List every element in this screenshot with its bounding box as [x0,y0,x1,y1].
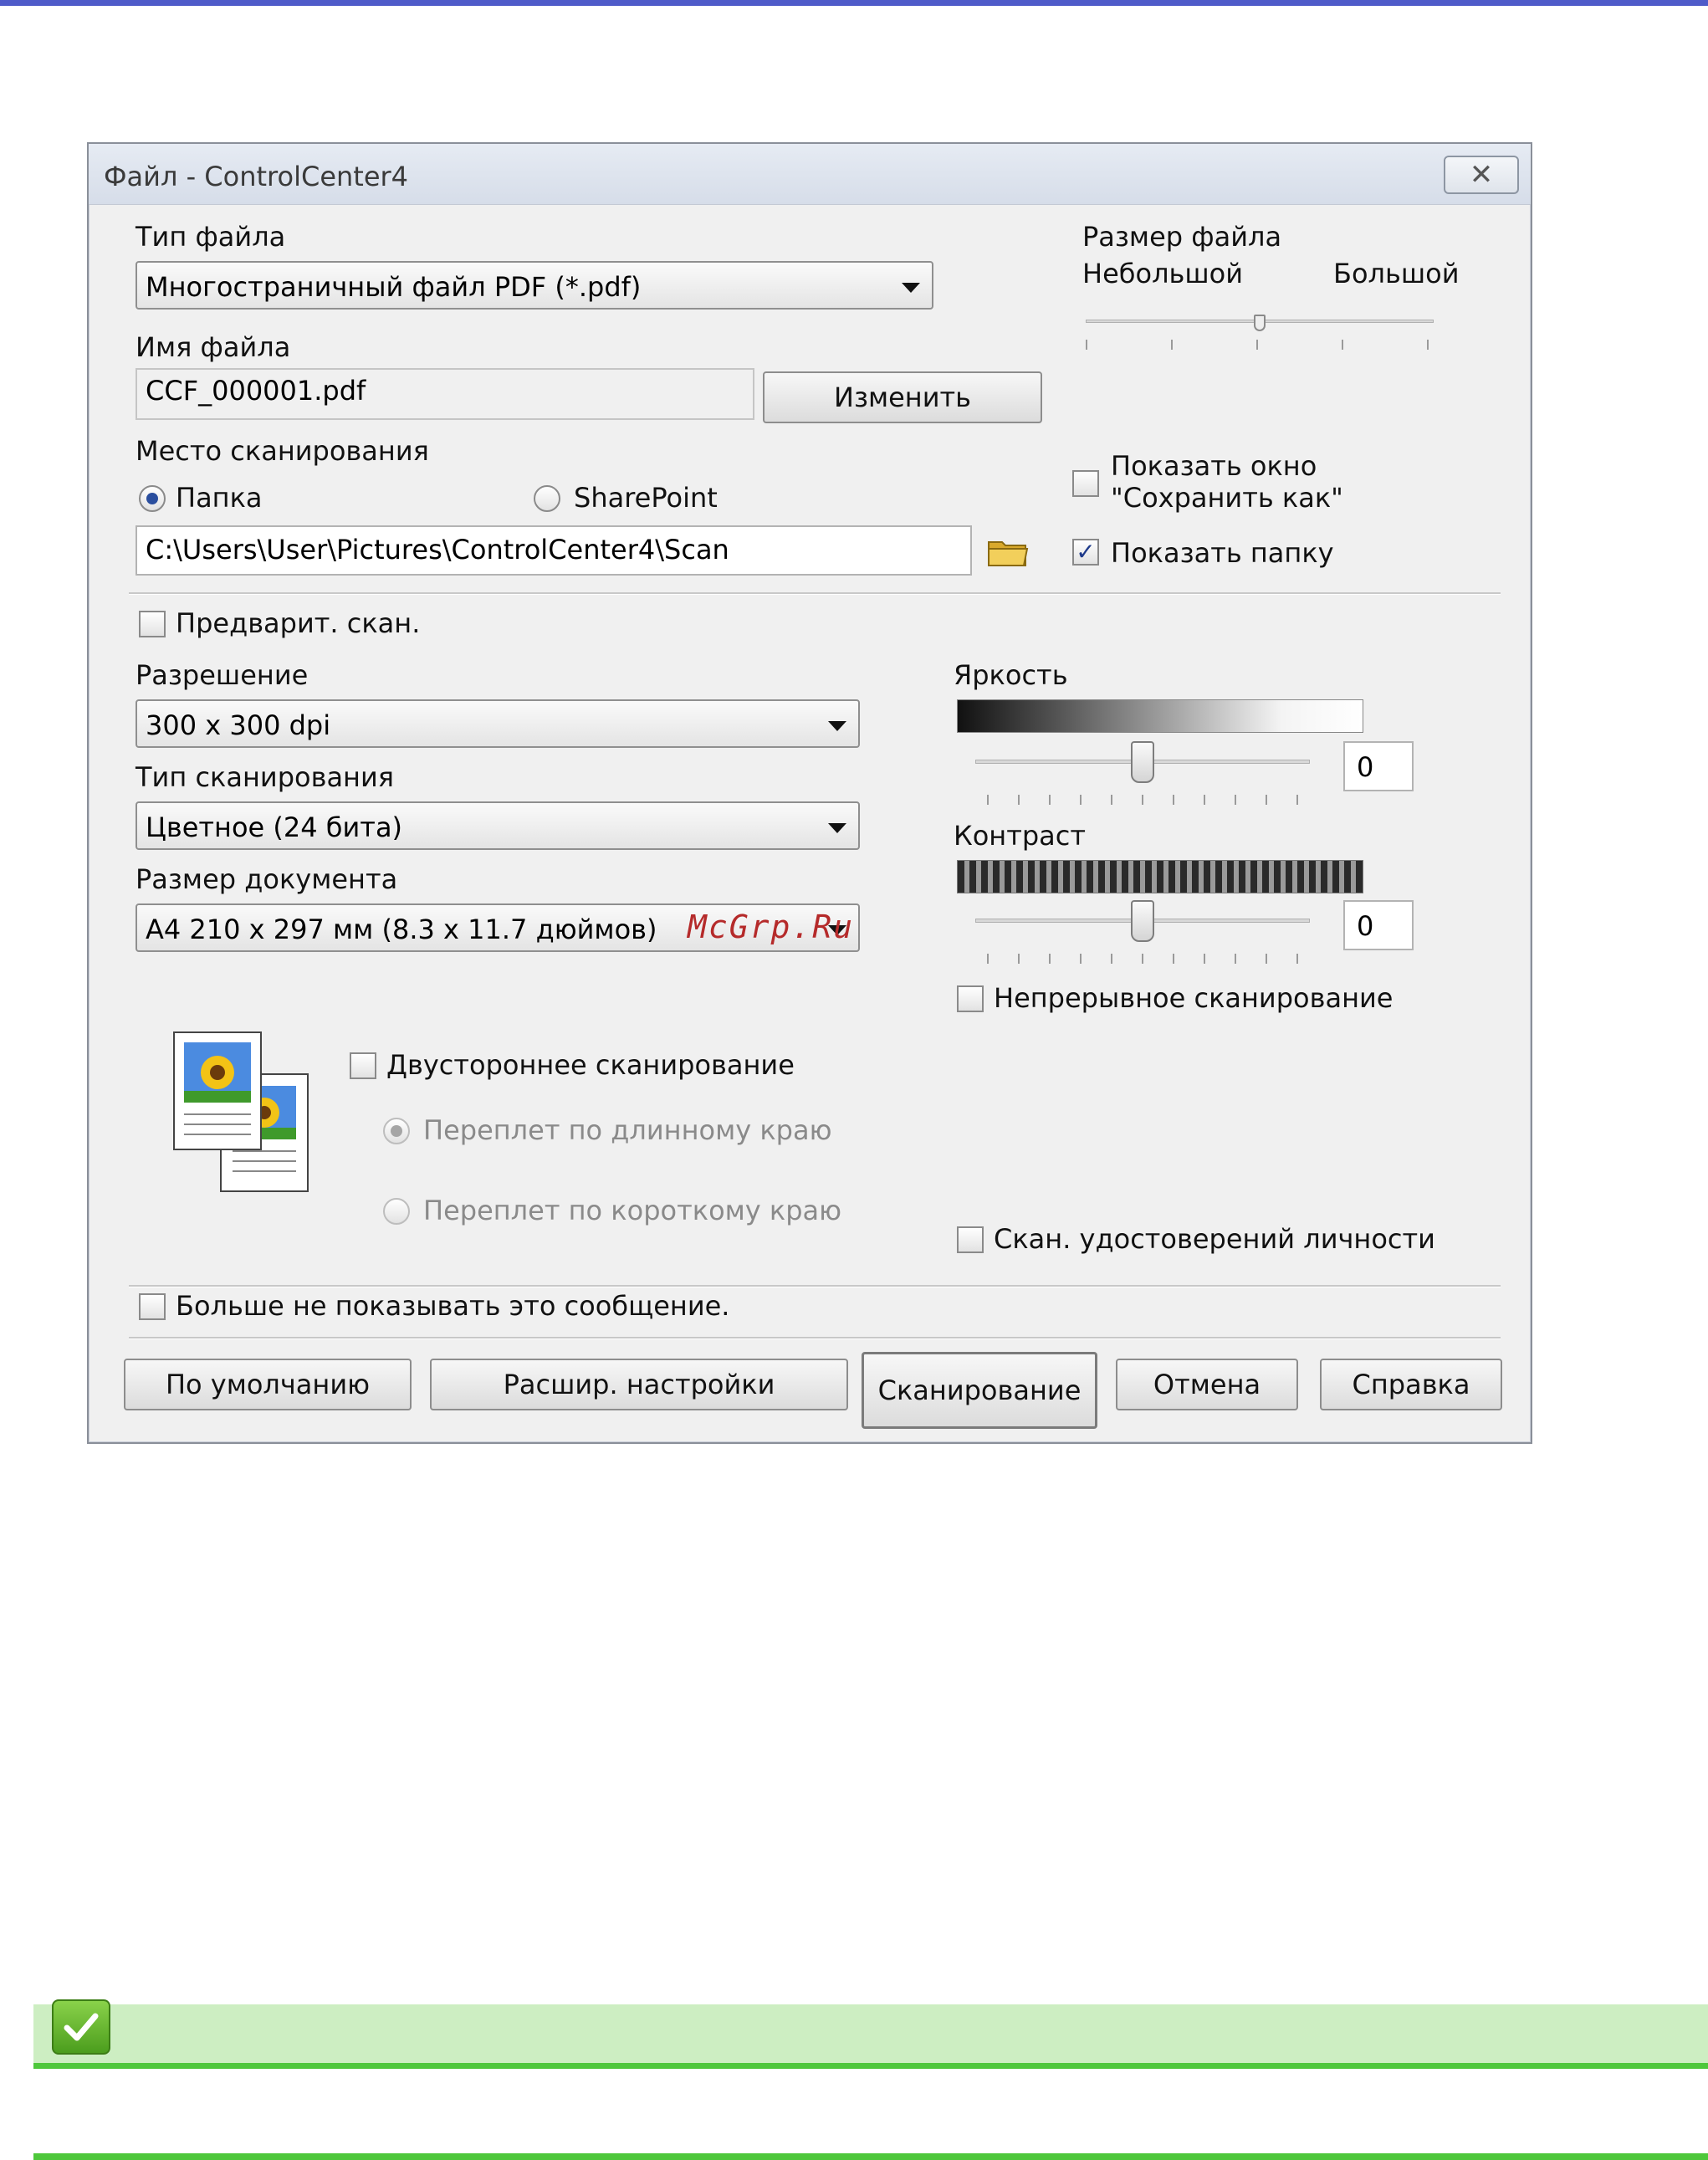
prescan-label: Предварит. скан. [176,607,421,639]
show-save-as-label: Показать окно "Сохранить как" [1111,450,1343,514]
advanced-settings-button[interactable]: Расшир. настройки [430,1359,848,1410]
long-edge-radio[interactable] [383,1118,410,1144]
file-name-label: Имя файла [136,331,291,363]
separator [129,1285,1501,1287]
separator [129,1337,1501,1339]
chevron-down-icon [828,721,846,731]
brightness-thumb[interactable] [1131,741,1154,783]
scan-path-field[interactable]: C:\Users\User\Pictures\ControlCenter4\Sc… [136,525,972,576]
document-size-value: A4 210 x 297 мм (8.3 x 11.7 дюймов) [146,914,657,945]
brightness-label: Яркость [954,659,1068,691]
sharepoint-radio[interactable] [534,485,560,512]
continuous-scan-label: Непрерывное сканирование [994,982,1394,1014]
folder-radio-label: Папка [176,482,263,514]
default-button[interactable]: По умолчанию [124,1359,412,1410]
close-button[interactable]: ✕ [1444,156,1519,194]
id-card-scan-checkbox[interactable] [957,1226,984,1253]
scan-button-label: Сканирование [877,1374,1082,1406]
file-type-select[interactable]: Многостраничный файл PDF (*.pdf) [136,261,933,310]
dialog-titlebar[interactable]: Файл - ControlCenter4 ✕ [89,144,1531,205]
scan-type-value: Цветное (24 бита) [146,811,403,843]
note-bar [33,2004,1708,2065]
page-top-bar [0,0,1708,6]
brightness-gradient [957,699,1363,733]
short-edge-label: Переплет по короткому краю [423,1195,842,1226]
scan-button[interactable]: Сканирование [862,1352,1097,1429]
show-folder-checkbox[interactable]: ✓ [1072,539,1099,566]
note-bar-underline [33,2063,1708,2069]
resolution-label: Разрешение [136,659,309,691]
close-icon: ✕ [1469,158,1494,192]
default-button-label: По умолчанию [165,1369,371,1400]
change-filename-label: Изменить [834,381,971,413]
continuous-scan-checkbox[interactable] [957,985,984,1012]
controlcenter4-file-dialog: Файл - ControlCenter4 ✕ Тип файла Многос… [87,142,1532,1444]
sharepoint-radio-label: SharePoint [574,482,718,514]
prescan-checkbox[interactable] [139,611,166,637]
chevron-down-icon [902,283,920,293]
resolution-value: 300 x 300 dpi [146,709,331,741]
folder-radio[interactable] [139,485,166,512]
scan-type-label: Тип сканирования [136,761,395,793]
duplex-checkbox[interactable] [350,1052,376,1079]
document-size-label: Размер документа [136,863,398,895]
dont-show-again-label: Больше не показывать это сообщение. [176,1290,730,1322]
advanced-settings-label: Расшир. настройки [503,1369,775,1400]
short-edge-radio[interactable] [383,1198,410,1225]
brightness-value-field[interactable]: 0 [1343,741,1414,791]
resolution-select[interactable]: 300 x 300 dpi [136,699,860,748]
help-button-label: Справка [1352,1369,1470,1400]
folder-browse-icon[interactable] [987,537,1029,567]
id-card-scan-label: Скан. удостоверений личности [994,1223,1435,1255]
watermark: McGrp.Ru [688,909,855,945]
file-type-value: Многостраничный файл PDF (*.pdf) [146,271,642,303]
file-name-value: CCF_000001.pdf [146,375,366,407]
show-folder-label: Показать папку [1111,537,1334,569]
contrast-label: Контраст [954,820,1087,852]
brightness-ticks [987,795,1305,806]
file-size-ticks [1086,340,1434,351]
change-filename-button[interactable]: Изменить [763,371,1042,423]
cancel-button[interactable]: Отмена [1116,1359,1298,1410]
contrast-value: 0 [1357,910,1374,942]
file-type-label: Тип файла [136,221,286,253]
contrast-ticks [987,954,1305,965]
checkmark-icon [52,1999,110,2055]
page-bottom-line [33,2153,1708,2160]
contrast-pattern [957,860,1363,893]
cancel-button-label: Отмена [1153,1369,1261,1400]
chevron-down-icon [828,823,846,833]
scan-location-label: Место сканирования [136,435,429,467]
file-size-thumb[interactable] [1254,315,1266,331]
help-button[interactable]: Справка [1320,1359,1502,1410]
duplex-label: Двустороннее сканирование [386,1049,795,1081]
file-size-max-label: Большой [1333,258,1460,289]
contrast-value-field[interactable]: 0 [1343,900,1414,950]
dialog-title: Файл - ControlCenter4 [104,161,409,192]
contrast-thumb[interactable] [1131,900,1154,942]
file-size-min-label: Небольшой [1082,258,1244,289]
dont-show-again-checkbox[interactable] [139,1293,166,1320]
show-save-as-checkbox[interactable] [1072,470,1099,497]
scan-type-select[interactable]: Цветное (24 бита) [136,801,860,850]
scan-path-value: C:\Users\User\Pictures\ControlCenter4\Sc… [146,534,729,566]
file-name-field[interactable]: CCF_000001.pdf [136,368,754,420]
long-edge-label: Переплет по длинному краю [423,1114,832,1146]
brightness-value: 0 [1357,751,1374,783]
file-size-label: Размер файла [1082,221,1282,253]
separator [129,592,1501,595]
duplex-illustration [172,1031,314,1198]
